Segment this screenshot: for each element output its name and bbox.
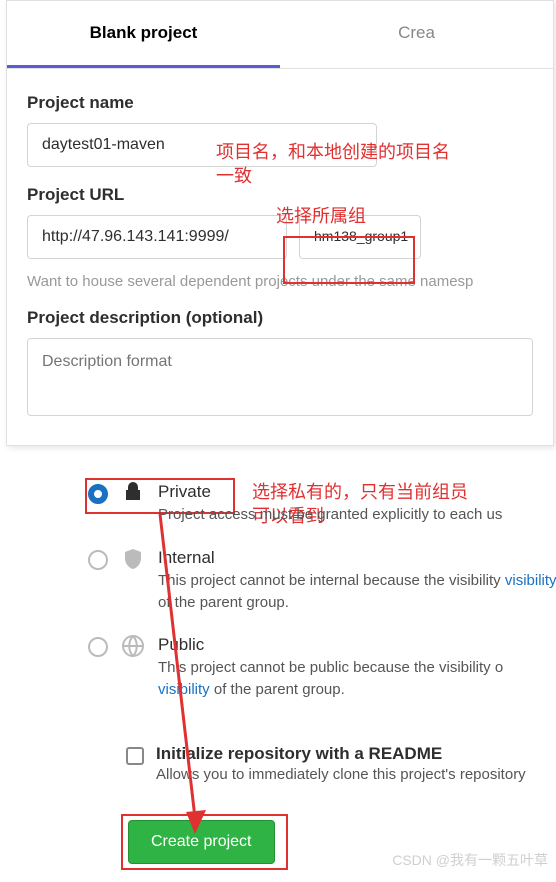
visibility-section: Private Project access must be granted e…	[88, 482, 556, 723]
project-url-row: http://47.96.143.141:9999/ hm138_group1	[27, 215, 533, 259]
radio-private[interactable]	[88, 484, 108, 504]
visibility-private-desc: Project access must be granted explicitl…	[158, 504, 502, 526]
project-description-label: Project description (optional)	[27, 308, 533, 328]
visibility-internal-option[interactable]: Internal This project cannot be internal…	[88, 548, 556, 614]
shield-icon	[122, 548, 144, 570]
readme-desc: Allows you to immediately clone this pro…	[156, 766, 526, 783]
desc-text: This project cannot be public because th…	[158, 659, 503, 676]
readme-checkbox[interactable]	[126, 747, 144, 765]
visibility-public-content: Public This project cannot be public bec…	[158, 635, 556, 701]
project-url-group-select[interactable]: hm138_group1	[299, 215, 421, 259]
radio-internal[interactable]	[88, 550, 108, 570]
create-project-button[interactable]: Create project	[128, 820, 275, 864]
visibility-link[interactable]: visibility	[158, 681, 210, 698]
visibility-private-content: Private Project access must be granted e…	[158, 482, 502, 526]
visibility-internal-title: Internal	[158, 548, 556, 568]
visibility-private-option[interactable]: Private Project access must be granted e…	[88, 482, 556, 526]
project-name-input[interactable]	[27, 123, 377, 167]
project-url-label: Project URL	[27, 185, 533, 205]
desc-text: This project cannot be internal because …	[158, 572, 501, 589]
readme-title: Initialize repository with a README	[156, 744, 526, 764]
project-type-tabs: Blank project Crea	[7, 1, 553, 69]
visibility-internal-content: Internal This project cannot be internal…	[158, 548, 556, 614]
lock-icon	[122, 482, 144, 502]
tab-create-from[interactable]: Crea	[280, 1, 553, 68]
desc-text: of the parent group.	[158, 594, 289, 611]
visibility-internal-desc: This project cannot be internal because …	[158, 570, 556, 614]
visibility-public-option[interactable]: Public This project cannot be public bec…	[88, 635, 556, 701]
visibility-public-desc: This project cannot be public because th…	[158, 657, 556, 701]
watermark: CSDN @我有一颗五叶草	[392, 850, 548, 870]
readme-content: Initialize repository with a README Allo…	[156, 744, 526, 783]
project-name-label: Project name	[27, 93, 533, 113]
project-description-input[interactable]	[27, 338, 533, 416]
visibility-link[interactable]: visibility	[505, 572, 556, 589]
visibility-private-title: Private	[158, 482, 502, 502]
project-url-prefix: http://47.96.143.141:9999/	[27, 215, 287, 259]
visibility-public-title: Public	[158, 635, 556, 655]
globe-icon	[122, 635, 144, 657]
new-project-card: Blank project Crea Project name Project …	[6, 0, 554, 446]
namespace-hint-text: Want to house several dependent projects…	[27, 273, 533, 290]
desc-text: of the parent group.	[210, 681, 345, 698]
tab-blank-project[interactable]: Blank project	[7, 1, 280, 68]
radio-public[interactable]	[88, 637, 108, 657]
form-body: Project name Project URL http://47.96.14…	[7, 69, 553, 445]
readme-option[interactable]: Initialize repository with a README Allo…	[126, 744, 526, 783]
